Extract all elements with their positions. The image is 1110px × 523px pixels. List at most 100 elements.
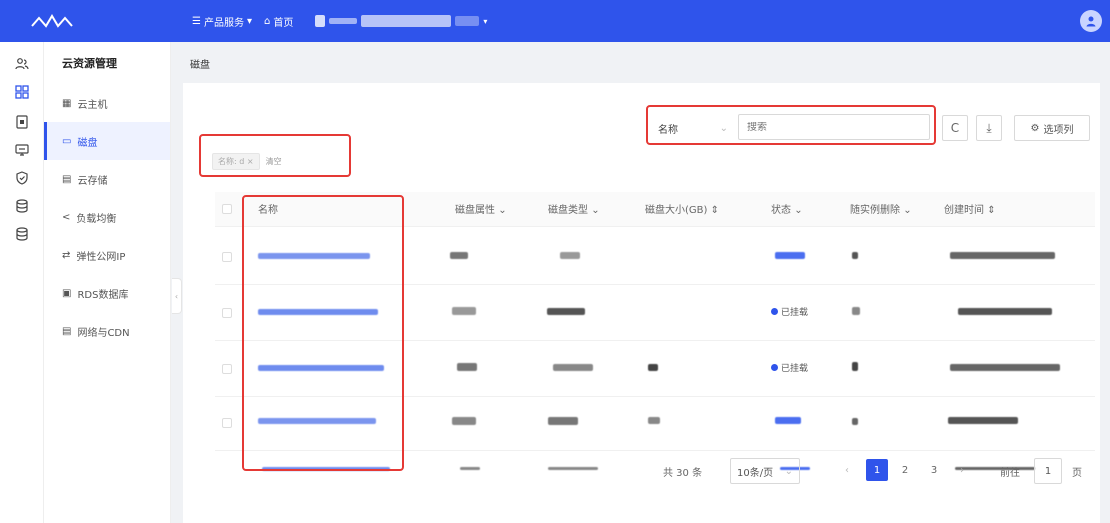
filter-icon: ⌄ <box>498 205 507 216</box>
cell-redacted <box>553 364 593 371</box>
status-cell: 已挂载 <box>771 361 808 374</box>
cell-redacted <box>548 467 598 470</box>
sidebar-item-network-cdn[interactable]: ▤ 网络与CDN <box>44 312 170 350</box>
sidebar-item-cloud-storage[interactable]: ▤ 云存储 <box>44 160 170 198</box>
home-link[interactable]: ⌂ 首页 <box>264 14 293 29</box>
prev-page-button[interactable]: ‹ <box>836 459 858 481</box>
sidebar-item-label: RDS数据库 <box>77 289 129 301</box>
sidebar-item-label: 弹性公网IP <box>76 251 126 263</box>
project-selector[interactable]: ▾ <box>315 15 487 27</box>
cell-redacted <box>548 417 578 425</box>
column-header-delete-with-instance[interactable]: 随实例删除 ⌄ <box>850 201 912 216</box>
top-nav: ☰ 产品服务 ▾ ⌂ 首页 ▾ <box>192 14 487 29</box>
cell-redacted <box>560 252 580 259</box>
download-button[interactable]: ⤓ <box>976 115 1002 141</box>
created-time-redacted <box>950 364 1060 371</box>
page-button-2[interactable]: 2 <box>894 459 916 481</box>
product-menu[interactable]: ☰ 产品服务 ▾ <box>192 14 252 29</box>
column-options-label: 选项列 <box>1043 124 1074 136</box>
project-name-redacted <box>329 18 358 24</box>
cell-redacted <box>852 418 858 425</box>
server-icon: ▦ <box>62 97 72 109</box>
page-size-value: 10条/页 <box>737 467 774 479</box>
cell-redacted <box>452 307 476 315</box>
status-text: 已挂载 <box>781 364 809 374</box>
row-checkbox[interactable] <box>222 364 232 374</box>
column-header-created-at[interactable]: 创建时间 ⇕ <box>944 201 996 216</box>
page-size-select[interactable]: 10条/页 ⌄ <box>730 458 800 484</box>
column-options-button[interactable]: ⚙ 选项列 <box>1014 115 1090 141</box>
chevron-right-icon: › <box>960 464 964 476</box>
resource-sidebar: 云资源管理 ▦ 云主机 ▭ 磁盘 ▤ 云存储 < 负载均衡 ⇄ 弹性公网IP ▣… <box>44 42 171 523</box>
sort-icon: ⇕ <box>987 205 996 216</box>
created-time-redacted <box>950 252 1055 259</box>
column-header-disk-type[interactable]: 磁盘类型 ⌄ <box>548 201 600 216</box>
resources-icon[interactable] <box>14 84 30 100</box>
column-header-label: 状态 <box>771 205 791 216</box>
cell-redacted <box>852 362 858 371</box>
column-header-status[interactable]: 状态 ⌄ <box>771 201 803 216</box>
select-all-checkbox[interactable] <box>222 204 232 214</box>
logo-icon <box>31 14 73 28</box>
status-text: 已挂载 <box>781 308 809 318</box>
cell-redacted <box>852 252 858 259</box>
home-label: 首页 <box>273 17 294 29</box>
goto-label: 前往 <box>1000 467 1020 479</box>
sidebar-item-label: 磁盘 <box>77 137 98 149</box>
status-dot-icon <box>771 308 778 315</box>
sidebar-item-load-balancer[interactable]: < 负载均衡 <box>44 198 170 236</box>
cell-redacted <box>547 308 585 315</box>
filter-icon: ⌄ <box>591 205 600 216</box>
pagination-total: 共 30 条 <box>663 467 703 479</box>
sidebar-item-disk[interactable]: ▭ 磁盘 <box>44 122 170 160</box>
cell-redacted <box>460 467 480 470</box>
database-icon[interactable] <box>14 198 30 214</box>
avatar[interactable] <box>1080 10 1102 32</box>
sort-icon: ⇕ <box>710 205 719 216</box>
breadcrumb: 磁盘 <box>190 60 210 71</box>
column-header-label: 磁盘属性 <box>455 205 495 216</box>
filter-icon: ⌄ <box>794 205 803 216</box>
monitor-icon[interactable] <box>14 142 30 158</box>
shield-icon[interactable] <box>14 170 30 186</box>
sidebar-collapse-handle[interactable]: ‹ <box>172 278 182 314</box>
brand-logo[interactable] <box>30 13 160 29</box>
caret-down-icon: ▾ <box>246 15 252 27</box>
disk-icon: ▭ <box>62 135 72 147</box>
row-checkbox[interactable] <box>222 308 232 318</box>
created-time-redacted <box>958 308 1052 315</box>
page-button-1[interactable]: 1 <box>866 459 888 481</box>
database-icon: ▣ <box>62 287 72 299</box>
sidebar-item-label: 负载均衡 <box>76 213 117 225</box>
highlight-box-name-column <box>242 195 404 471</box>
page-suffix: 页 <box>1072 467 1082 479</box>
sidebar-item-label: 云存储 <box>77 175 108 187</box>
highlight-box-filters <box>199 134 351 177</box>
column-header-disk-size[interactable]: 磁盘大小(GB) ⇕ <box>645 201 719 216</box>
refresh-button[interactable]: C <box>942 115 968 141</box>
document-icon[interactable] <box>14 114 30 130</box>
cell-redacted <box>648 364 658 371</box>
storage-icon[interactable] <box>14 226 30 242</box>
goto-page-input[interactable]: 1 <box>1034 458 1062 484</box>
column-header-disk-attr[interactable]: 磁盘属性 ⌄ <box>455 201 507 216</box>
sidebar-item-eip[interactable]: ⇄ 弹性公网IP <box>44 236 170 274</box>
network-icon: ▤ <box>62 325 72 337</box>
sidebar-item-label: 网络与CDN <box>77 327 130 339</box>
next-page-button[interactable]: › <box>951 459 973 481</box>
row-checkbox[interactable] <box>222 418 232 428</box>
cell-redacted <box>450 252 468 259</box>
download-icon: ⤓ <box>986 120 992 135</box>
users-icon[interactable] <box>14 56 30 72</box>
project-icon <box>315 15 326 27</box>
cell-redacted <box>852 307 860 315</box>
sidebar-item-cloud-host[interactable]: ▦ 云主机 <box>44 84 170 122</box>
storage-icon: ▤ <box>62 173 72 185</box>
column-header-label: 创建时间 <box>944 205 984 216</box>
status-redacted <box>775 417 801 424</box>
page-button-3[interactable]: 3 <box>923 459 945 481</box>
home-icon: ⌂ <box>264 15 271 27</box>
sidebar-item-rds[interactable]: ▣ RDS数据库 <box>44 274 170 312</box>
column-header-label: 磁盘类型 <box>548 205 588 216</box>
row-checkbox[interactable] <box>222 252 232 262</box>
